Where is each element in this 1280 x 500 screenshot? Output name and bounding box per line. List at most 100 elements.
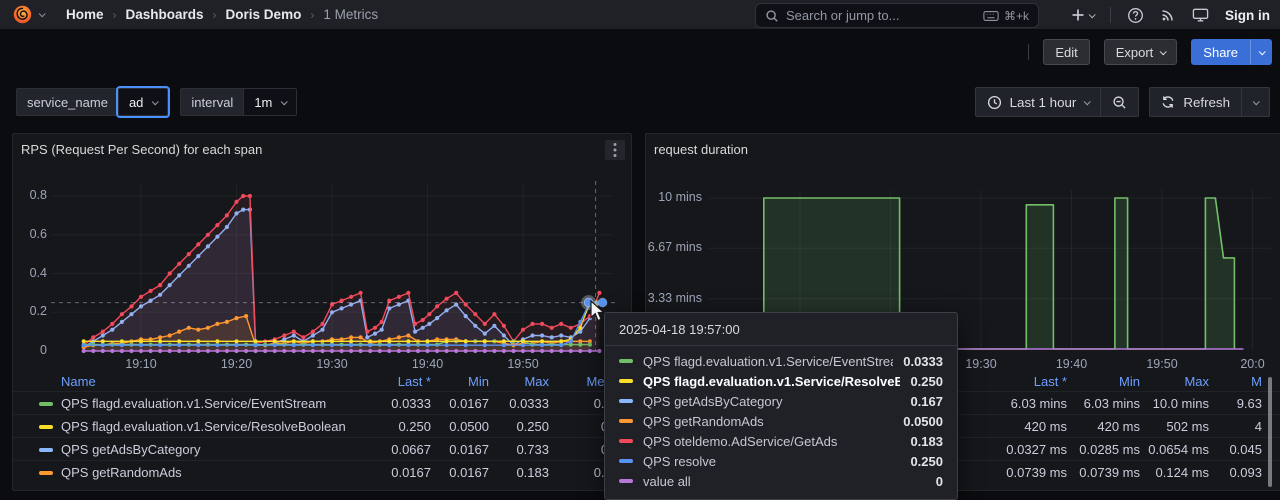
legend-header-max[interactable]: Max (1184, 374, 1209, 389)
series-last-value: 0.0167 (391, 465, 431, 480)
tooltip-series-name: QPS getRandomAds (643, 414, 893, 429)
series-name[interactable]: QPS flagd.evaluation.v1.Service/EventStr… (61, 396, 326, 411)
legend-header-last[interactable]: Last * (1034, 374, 1067, 389)
breadcrumb-home[interactable]: Home (66, 7, 104, 22)
chevron-down-icon[interactable] (39, 10, 46, 17)
breadcrumb: Home › Dashboards › Doris Demo › 1 Metri… (66, 7, 378, 22)
x-tick-label: 19:30 (959, 357, 1003, 371)
add-menu-button[interactable] (1071, 8, 1094, 22)
legend-header-min[interactable]: Min (468, 374, 489, 389)
display-button[interactable] (1192, 7, 1209, 23)
chart-hover-tooltip: 2025-04-18 19:57:00 QPS flagd.evaluation… (604, 312, 958, 500)
tooltip-series-name: value all (643, 474, 926, 489)
series-last-value: 6.03 mins (1011, 396, 1067, 411)
series-mean-value: 0.093 (1229, 465, 1262, 480)
edit-button[interactable]: Edit (1043, 39, 1089, 65)
legend-scrollbar[interactable] (1268, 377, 1272, 487)
series-name[interactable]: QPS getRandomAds (61, 465, 182, 480)
legend-header-mean[interactable]: M (1251, 374, 1262, 389)
divider (1028, 44, 1029, 60)
series-name[interactable]: QPS getAdsByCategory (61, 442, 200, 457)
series-max-value: 0.733 (516, 442, 549, 457)
legend-header-row: NameLast *MinMaxMean (13, 374, 631, 391)
zoom-out-button[interactable] (1101, 87, 1139, 117)
tooltip-series-value: 0.183 (910, 434, 943, 449)
chevron-down-icon (1160, 48, 1167, 55)
panel-title: request duration (654, 142, 748, 157)
share-button[interactable]: Share (1191, 39, 1250, 65)
divider (1110, 7, 1111, 23)
series-mean-value: 9.63 (1237, 396, 1262, 411)
dashboard-controls: service_name ad interval 1m Last 1 hour (16, 88, 1270, 116)
monitor-icon (1192, 7, 1209, 23)
search-input[interactable]: Search or jump to... ⌘+k (755, 3, 1039, 28)
tooltip-row: value all 0 (605, 471, 957, 491)
legend-header-name[interactable]: Name (61, 374, 96, 389)
series-color-chip (619, 439, 633, 443)
series-color-chip (39, 471, 53, 475)
series-min-value: 0.0500 (449, 419, 489, 434)
series-max-value: 0.183 (516, 465, 549, 480)
chevron-down-icon (1089, 11, 1096, 18)
panel-menu-icon[interactable] (605, 140, 625, 160)
chevron-down-icon (1084, 98, 1091, 105)
keyboard-icon (983, 10, 999, 22)
legend-row: QPS flagd.evaluation.v1.Service/ResolveB… (13, 414, 631, 437)
time-range-picker[interactable]: Last 1 hour (975, 87, 1102, 117)
tooltip-row: QPS getRandomAds 0.0500 (605, 411, 957, 431)
top-navigation-bar: Home › Dashboards › Doris Demo › 1 Metri… (0, 0, 1280, 30)
help-button[interactable] (1127, 7, 1144, 24)
series-color-chip (619, 479, 633, 483)
legend-row: QPS getRandomAds0.01670.01670.1830.06 (13, 460, 631, 483)
tooltip-series-name: QPS getAdsByCategory (643, 394, 900, 409)
tooltip-series-name: QPS flagd.evaluation.v1.Service/EventStr… (643, 354, 893, 369)
series-max-value: 0.0333 (509, 396, 549, 411)
interval-select[interactable]: 1m (243, 88, 297, 116)
chevron-down-icon (1253, 98, 1260, 105)
panel-title: RPS (Request Per Second) for each span (21, 142, 262, 157)
series-min-value: 6.03 mins (1084, 396, 1140, 411)
legend-header-last[interactable]: Last * (398, 374, 431, 389)
service-name-select[interactable]: ad (118, 88, 168, 116)
rps-legend: NameLast *MinMaxMeanQPS flagd.evaluation… (13, 374, 631, 483)
news-button[interactable] (1160, 7, 1176, 23)
breadcrumb-doris-demo[interactable]: Doris Demo (226, 7, 302, 22)
tooltip-series-value: 0.0500 (903, 414, 943, 429)
chevron-down-icon (152, 98, 159, 105)
breadcrumb-dashboards[interactable]: Dashboards (126, 7, 204, 22)
refresh-interval-button[interactable] (1242, 87, 1270, 117)
series-color-chip (619, 379, 633, 383)
clock-icon (987, 95, 1002, 110)
series-name[interactable]: QPS flagd.evaluation.v1.Service/ResolveB… (61, 419, 346, 434)
breadcrumb-separator-icon: › (113, 8, 117, 22)
series-color-chip (619, 459, 633, 463)
help-icon (1127, 7, 1144, 24)
service-name-variable: service_name ad (16, 88, 168, 116)
series-max-value: 502 ms (1166, 419, 1209, 434)
dashboard-action-bar: Edit Export Share (1028, 38, 1272, 66)
tooltip-series-value: 0 (936, 474, 943, 489)
series-min-value: 0.0739 ms (1079, 465, 1140, 480)
export-button[interactable]: Export (1104, 39, 1178, 65)
series-min-value: 0.0167 (449, 442, 489, 457)
grafana-logo[interactable] (12, 4, 33, 25)
series-min-value: 0.0167 (449, 465, 489, 480)
rps-chart[interactable] (13, 179, 633, 369)
series-color-chip (619, 399, 633, 403)
legend-header-min[interactable]: Min (1119, 374, 1140, 389)
rss-icon (1160, 7, 1176, 23)
series-max-value: 0.124 ms (1156, 465, 1209, 480)
series-last-value: 0.0739 ms (1006, 465, 1067, 480)
x-tick-label: 19:50 (1140, 357, 1184, 371)
series-last-value: 0.0333 (391, 396, 431, 411)
series-last-value: 420 ms (1024, 419, 1067, 434)
series-mean-value: 4 (1255, 419, 1262, 434)
legend-header-max[interactable]: Max (524, 374, 549, 389)
series-min-value: 0.0285 ms (1079, 442, 1140, 457)
chevron-down-icon (281, 98, 288, 105)
share-options-button[interactable] (1250, 39, 1272, 65)
plus-icon (1071, 8, 1085, 22)
sign-in-button[interactable]: Sign in (1225, 8, 1270, 23)
tooltip-series-value: 0.0333 (903, 354, 943, 369)
refresh-button[interactable]: Refresh (1149, 87, 1242, 117)
